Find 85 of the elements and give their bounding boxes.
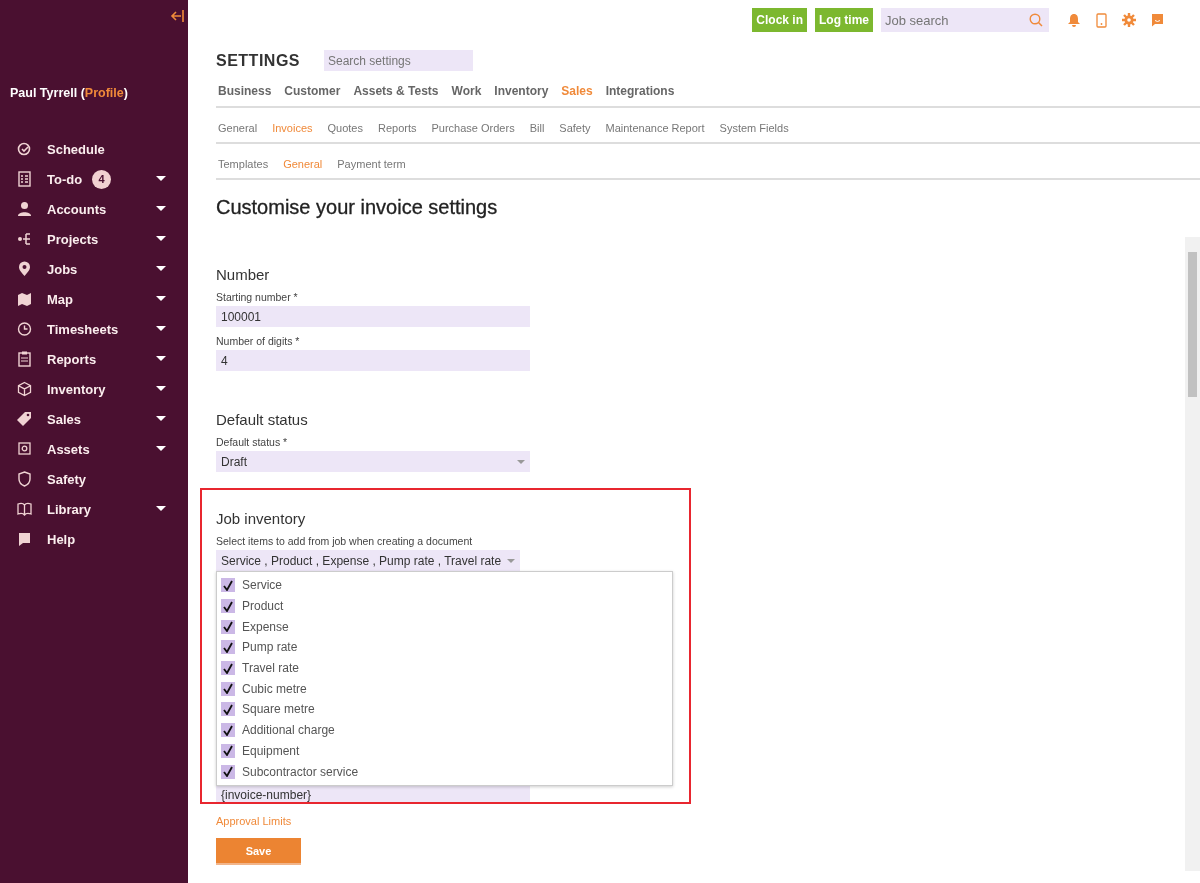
checkbox-option[interactable]: Pump rate [217, 637, 672, 658]
field-label: Select items to add from job when creating a document [216, 535, 474, 547]
checkbox[interactable] [221, 743, 235, 758]
settings-tab[interactable]: Inventory [494, 84, 549, 98]
checkbox-option[interactable]: Travel rate [217, 657, 672, 679]
sidebar-item[interactable]: Timesheets [0, 314, 188, 344]
count-badge: 4 [92, 169, 112, 189]
field-label: Default status * [216, 436, 289, 448]
job-search-field[interactable]: Job search [881, 8, 1049, 32]
checkbox-option[interactable]: Expense [217, 616, 672, 638]
settings-tab[interactable]: Reports [377, 122, 417, 134]
field-label: Number of digits * [216, 335, 301, 347]
map-icon [17, 291, 32, 307]
checkbox[interactable] [221, 599, 235, 614]
settings-search-field[interactable]: Search settings [324, 50, 473, 71]
sidebar-item[interactable]: Schedule [0, 134, 188, 164]
settings-tab[interactable]: Quotes [327, 122, 363, 134]
section-heading: Customise your invoice settings [216, 196, 499, 219]
settings-tab[interactable]: Integrations [605, 84, 675, 98]
settings-tab[interactable]: Customer [284, 84, 341, 98]
sidebar-item[interactable]: Safety [0, 464, 188, 494]
checkbox-option[interactable]: Square metre [217, 699, 672, 720]
book-icon [17, 501, 32, 517]
settings-tab[interactable]: Business [218, 84, 272, 98]
cube-icon [17, 381, 32, 397]
field-label: Starting number * [216, 291, 299, 303]
checkbox[interactable] [221, 723, 235, 738]
group-title: Job inventory [216, 510, 307, 527]
checkbox[interactable] [221, 681, 235, 696]
checkbox[interactable] [221, 661, 235, 676]
checkbox[interactable] [221, 578, 235, 593]
settings-tab[interactable]: Bill [529, 122, 545, 134]
sidebar-item[interactable]: Library [0, 494, 188, 524]
multi-select[interactable]: Service , Product , Expense , Pump rate , Travel rate [216, 550, 521, 571]
caret-icon [507, 558, 516, 563]
person-icon [17, 201, 32, 217]
shield-icon [17, 471, 32, 487]
checkbox[interactable] [221, 619, 235, 634]
settings-tab[interactable]: Safety [559, 122, 591, 134]
clipboard-icon [17, 351, 32, 367]
settings-tab[interactable]: Maintenance Report [605, 122, 705, 134]
settings-tab[interactable]: Templates [218, 158, 269, 170]
scrollbar[interactable] [1185, 237, 1200, 871]
status-select[interactable]: Draft [216, 451, 530, 472]
sidebar-item[interactable]: Accounts [0, 194, 188, 224]
group-title: Number [216, 266, 271, 283]
settings-tab[interactable]: System Fields [719, 122, 789, 134]
sidebar-item[interactable]: Map [0, 284, 188, 314]
collapse-arrow-icon[interactable] [170, 9, 184, 23]
sidebar-item[interactable]: Sales [0, 404, 188, 434]
checkbox-option[interactable]: Equipment [217, 740, 672, 762]
checklist-icon [17, 171, 32, 187]
sidebar-item[interactable]: Inventory [0, 374, 188, 404]
sidebar-item[interactable]: To-do 4 [0, 164, 188, 194]
sidebar-item[interactable]: Help [0, 524, 188, 554]
settings-tab[interactable]: Payment term [337, 158, 406, 170]
profile-link[interactable]: Profile [84, 86, 124, 100]
user-profile-line: Paul Tyrrell (Profile) [10, 86, 129, 100]
frame-icon [17, 441, 32, 457]
sidebar-item[interactable]: Assets [0, 434, 188, 464]
input-field[interactable]: 4 [216, 350, 530, 371]
checkbox[interactable] [221, 702, 235, 717]
group-title: Default status [216, 411, 309, 428]
input-field[interactable]: 100001 [216, 306, 530, 327]
hierarchy-icon [17, 231, 32, 247]
target-icon [17, 141, 32, 157]
chat-icon [17, 531, 32, 547]
checkbox[interactable] [221, 764, 235, 779]
map-pin-icon [17, 261, 32, 277]
checkbox-option[interactable]: Service [217, 575, 672, 596]
settings-tab[interactable]: Assets & Tests [353, 84, 439, 98]
sidebar-item[interactable]: Reports [0, 344, 188, 374]
sidebar-item[interactable]: Projects [0, 224, 188, 254]
settings-tab[interactable]: Work [451, 84, 482, 98]
checkbox[interactable] [221, 640, 235, 655]
caret-icon [517, 459, 525, 464]
checkbox-option[interactable]: Additional charge [217, 719, 672, 741]
page-title: SETTINGS [216, 51, 300, 70]
checkbox-option[interactable]: Product [217, 595, 672, 617]
settings-tab[interactable]: General [218, 122, 258, 134]
checkbox-option[interactable]: Cubic metre [217, 678, 672, 700]
clock-icon [17, 321, 32, 337]
tag-icon [17, 411, 32, 427]
settings-tab[interactable]: Purchase Orders [431, 122, 515, 134]
sidebar-item[interactable]: Jobs [0, 254, 188, 284]
